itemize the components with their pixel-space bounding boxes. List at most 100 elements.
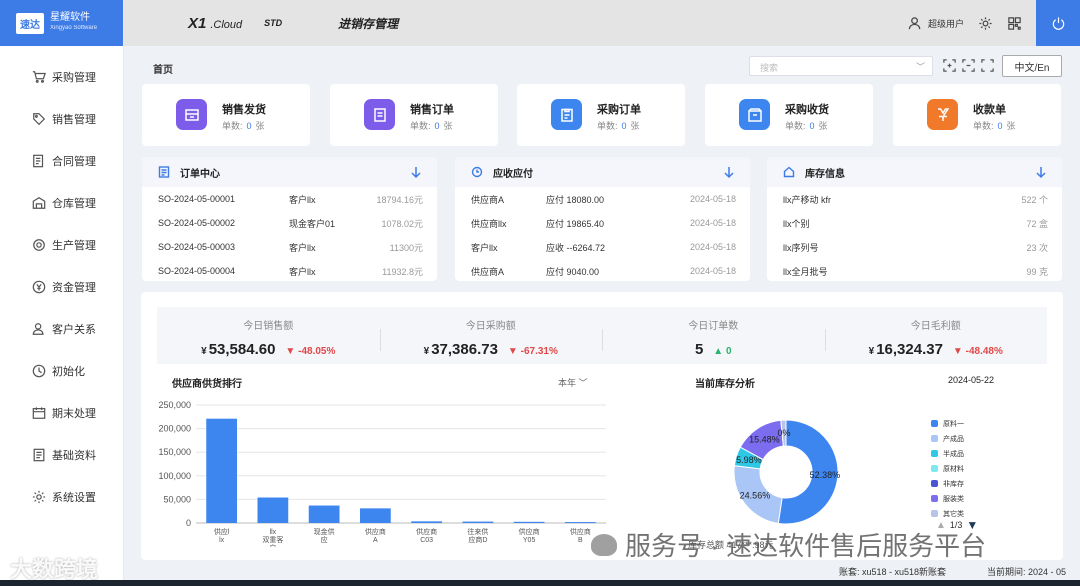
- quick-card-purchase-order[interactable]: 采购订单 单数: 0 张: [517, 84, 685, 146]
- order-center-panel: 订单中心 SO-2024-05-00001 客户llx 18794.16元 SO-2…: [142, 157, 437, 281]
- sidebar-item-period-end[interactable]: 期末处理: [0, 392, 123, 434]
- table-row[interactable]: SO-2024-05-00004 客户llx 11932.8元: [142, 259, 437, 281]
- sidebar-item-purchase[interactable]: 采购管理: [0, 56, 123, 98]
- logout-button[interactable]: [1036, 0, 1080, 46]
- sidebar-item-finance[interactable]: 资金管理: [0, 266, 123, 308]
- table-row[interactable]: 供应商A 应付 18080.00 2024-05-18: [455, 187, 750, 211]
- legend-item[interactable]: 服装类: [931, 491, 964, 506]
- legend-item[interactable]: 非库存: [931, 476, 964, 491]
- module-title: 进销存管理: [338, 16, 399, 31]
- arrow-down-icon[interactable]: [409, 165, 423, 179]
- sidebar-item-crm[interactable]: 客户关系: [0, 308, 123, 350]
- legend-label: 非库存: [943, 480, 964, 488]
- bar: [206, 418, 237, 523]
- slice-label: 15.48%: [749, 435, 780, 445]
- search-input[interactable]: 搜索 ﹀: [749, 56, 933, 76]
- party: 供应商A: [471, 266, 505, 277]
- card-title: 采购订单: [597, 104, 641, 116]
- clipboard-icon: [551, 99, 582, 130]
- table-row[interactable]: SO-2024-05-00003 客户llx 11300元: [142, 235, 437, 259]
- breadcrumb[interactable]: 首页: [153, 61, 173, 76]
- legend-item[interactable]: 原材料: [931, 461, 964, 476]
- stat-change: -67.31%: [520, 346, 558, 357]
- currency-symbol: ¥: [868, 346, 875, 357]
- settings-icon: [32, 490, 46, 504]
- table-row[interactable]: llx个别 72 盒: [767, 211, 1062, 235]
- sidebar-item-basic-data[interactable]: 基础资料: [0, 434, 123, 476]
- legend-item[interactable]: 产成品: [931, 431, 964, 446]
- quick-card-sales-delivery[interactable]: 销售发货 单数: 0 张: [142, 84, 310, 146]
- table-row[interactable]: llx全月批号 99 克: [767, 259, 1062, 281]
- sidebar-item-init[interactable]: 初始化: [0, 350, 123, 392]
- quick-card-receipt-voucher[interactable]: 收款单 单数: 0 张: [893, 84, 1061, 146]
- stat-value: 53,584.60: [208, 341, 276, 358]
- quantity: 72 盒: [1026, 218, 1048, 229]
- search-placeholder: 搜索: [760, 63, 779, 73]
- table-row[interactable]: 供应商A 应付 9040.00 2024-05-18: [455, 259, 750, 281]
- card-count: 单数: 0 张: [597, 119, 640, 132]
- logo[interactable]: 速达 星耀软件 Xingyao Software: [0, 0, 123, 46]
- legend-item[interactable]: 半成品: [931, 446, 964, 461]
- x-tick-label: 供应商 C03: [416, 527, 437, 544]
- y-tick-label: 50,000: [163, 494, 191, 504]
- quick-card-purchase-receipt[interactable]: 采购收货 单数: 0 张: [705, 84, 873, 146]
- table-row[interactable]: 客户llx 应收 --6264.72 2024-05-18: [455, 235, 750, 259]
- table-row[interactable]: SO-2024-05-00002 现金客户01 1078.02元: [142, 211, 437, 235]
- arrow-down-icon[interactable]: [722, 165, 736, 179]
- count-label: 单数:: [410, 121, 431, 131]
- sidebar-item-settings[interactable]: 系统设置: [0, 476, 123, 518]
- slice-label: 24.56%: [740, 491, 771, 501]
- party: 供应商llx: [471, 218, 507, 229]
- expand-button[interactable]: [942, 58, 957, 73]
- stat-label: 今日销售额: [243, 321, 294, 332]
- settings-button[interactable]: [978, 16, 993, 31]
- bar: [462, 521, 494, 523]
- sidebar-item-sales[interactable]: 销售管理: [0, 98, 123, 140]
- table-row[interactable]: SO-2024-05-00001 客户llx 18794.16元: [142, 187, 437, 211]
- daily-stats: 今日销售额 ¥53,584.60 ▼ -48.05% 今日采购额 ¥37,386.…: [157, 307, 1047, 364]
- table-row[interactable]: llx产移动 kfr 522 个: [767, 187, 1062, 211]
- source-watermark: 大数跨境: [10, 552, 98, 584]
- table-row[interactable]: 供应商llx 应付 19865.40 2024-05-18: [455, 211, 750, 235]
- production-icon: [32, 238, 46, 252]
- qrcode-button[interactable]: [1007, 16, 1022, 31]
- card-title: 采购收货: [785, 104, 829, 116]
- sidebar-item-warehouse[interactable]: 仓库管理: [0, 182, 123, 224]
- x-tick-label: 供应l lx: [214, 527, 230, 544]
- change-down-indicator: ▼ -48.05%: [285, 346, 336, 357]
- stat-value: 37,386.73: [431, 341, 498, 358]
- sidebar-item-label: 系统设置: [52, 492, 96, 504]
- taskbar-strip: [0, 580, 1080, 586]
- collapse-button[interactable]: [961, 58, 976, 73]
- legend-item[interactable]: 原料一: [931, 416, 964, 431]
- table-row[interactable]: llx序列号 23 次: [767, 235, 1062, 259]
- count-label: 单数:: [973, 121, 994, 131]
- count-unit: 张: [255, 121, 265, 131]
- panel-title: 订单中心: [180, 168, 220, 180]
- language-toggle-button[interactable]: 中文/En: [1002, 55, 1062, 77]
- power-icon: [1052, 16, 1064, 30]
- stat-change: -48.05%: [298, 346, 336, 357]
- customer-icon: [32, 322, 46, 336]
- legend-swatch: [931, 495, 938, 502]
- quick-card-sales-order[interactable]: 销售订单 单数: 0 张: [330, 84, 498, 146]
- x-tick-label: 供应商 Y05: [519, 527, 540, 544]
- sidebar-menu: 采购管理 销售管理 合同管理 仓库管理 生产管理 资金管理 客户关系 初始化 期…: [0, 46, 123, 518]
- date: 2024-05-18: [689, 266, 736, 276]
- sidebar-item-contract[interactable]: 合同管理: [0, 140, 123, 182]
- bar: [565, 522, 596, 524]
- order-number: SO-2024-05-00001: [158, 194, 236, 204]
- user-menu[interactable]: 超级用户: [908, 16, 964, 31]
- stat-value: 16,324.37: [876, 341, 943, 358]
- brand-name: X1: [188, 14, 207, 32]
- sidebar-item-production[interactable]: 生产管理: [0, 224, 123, 266]
- fullscreen-button[interactable]: [980, 58, 995, 73]
- legend-label: 半成品: [943, 450, 964, 458]
- arrow-down-icon[interactable]: [1034, 165, 1048, 179]
- x-tick-label: 供应商 B: [570, 527, 591, 544]
- list-icon: [158, 166, 170, 178]
- count-unit: 张: [630, 121, 640, 131]
- panel-header: 库存信息: [767, 157, 1062, 187]
- change-down-indicator: ▼ -48.48%: [952, 346, 1003, 357]
- clock-icon: [471, 166, 483, 178]
